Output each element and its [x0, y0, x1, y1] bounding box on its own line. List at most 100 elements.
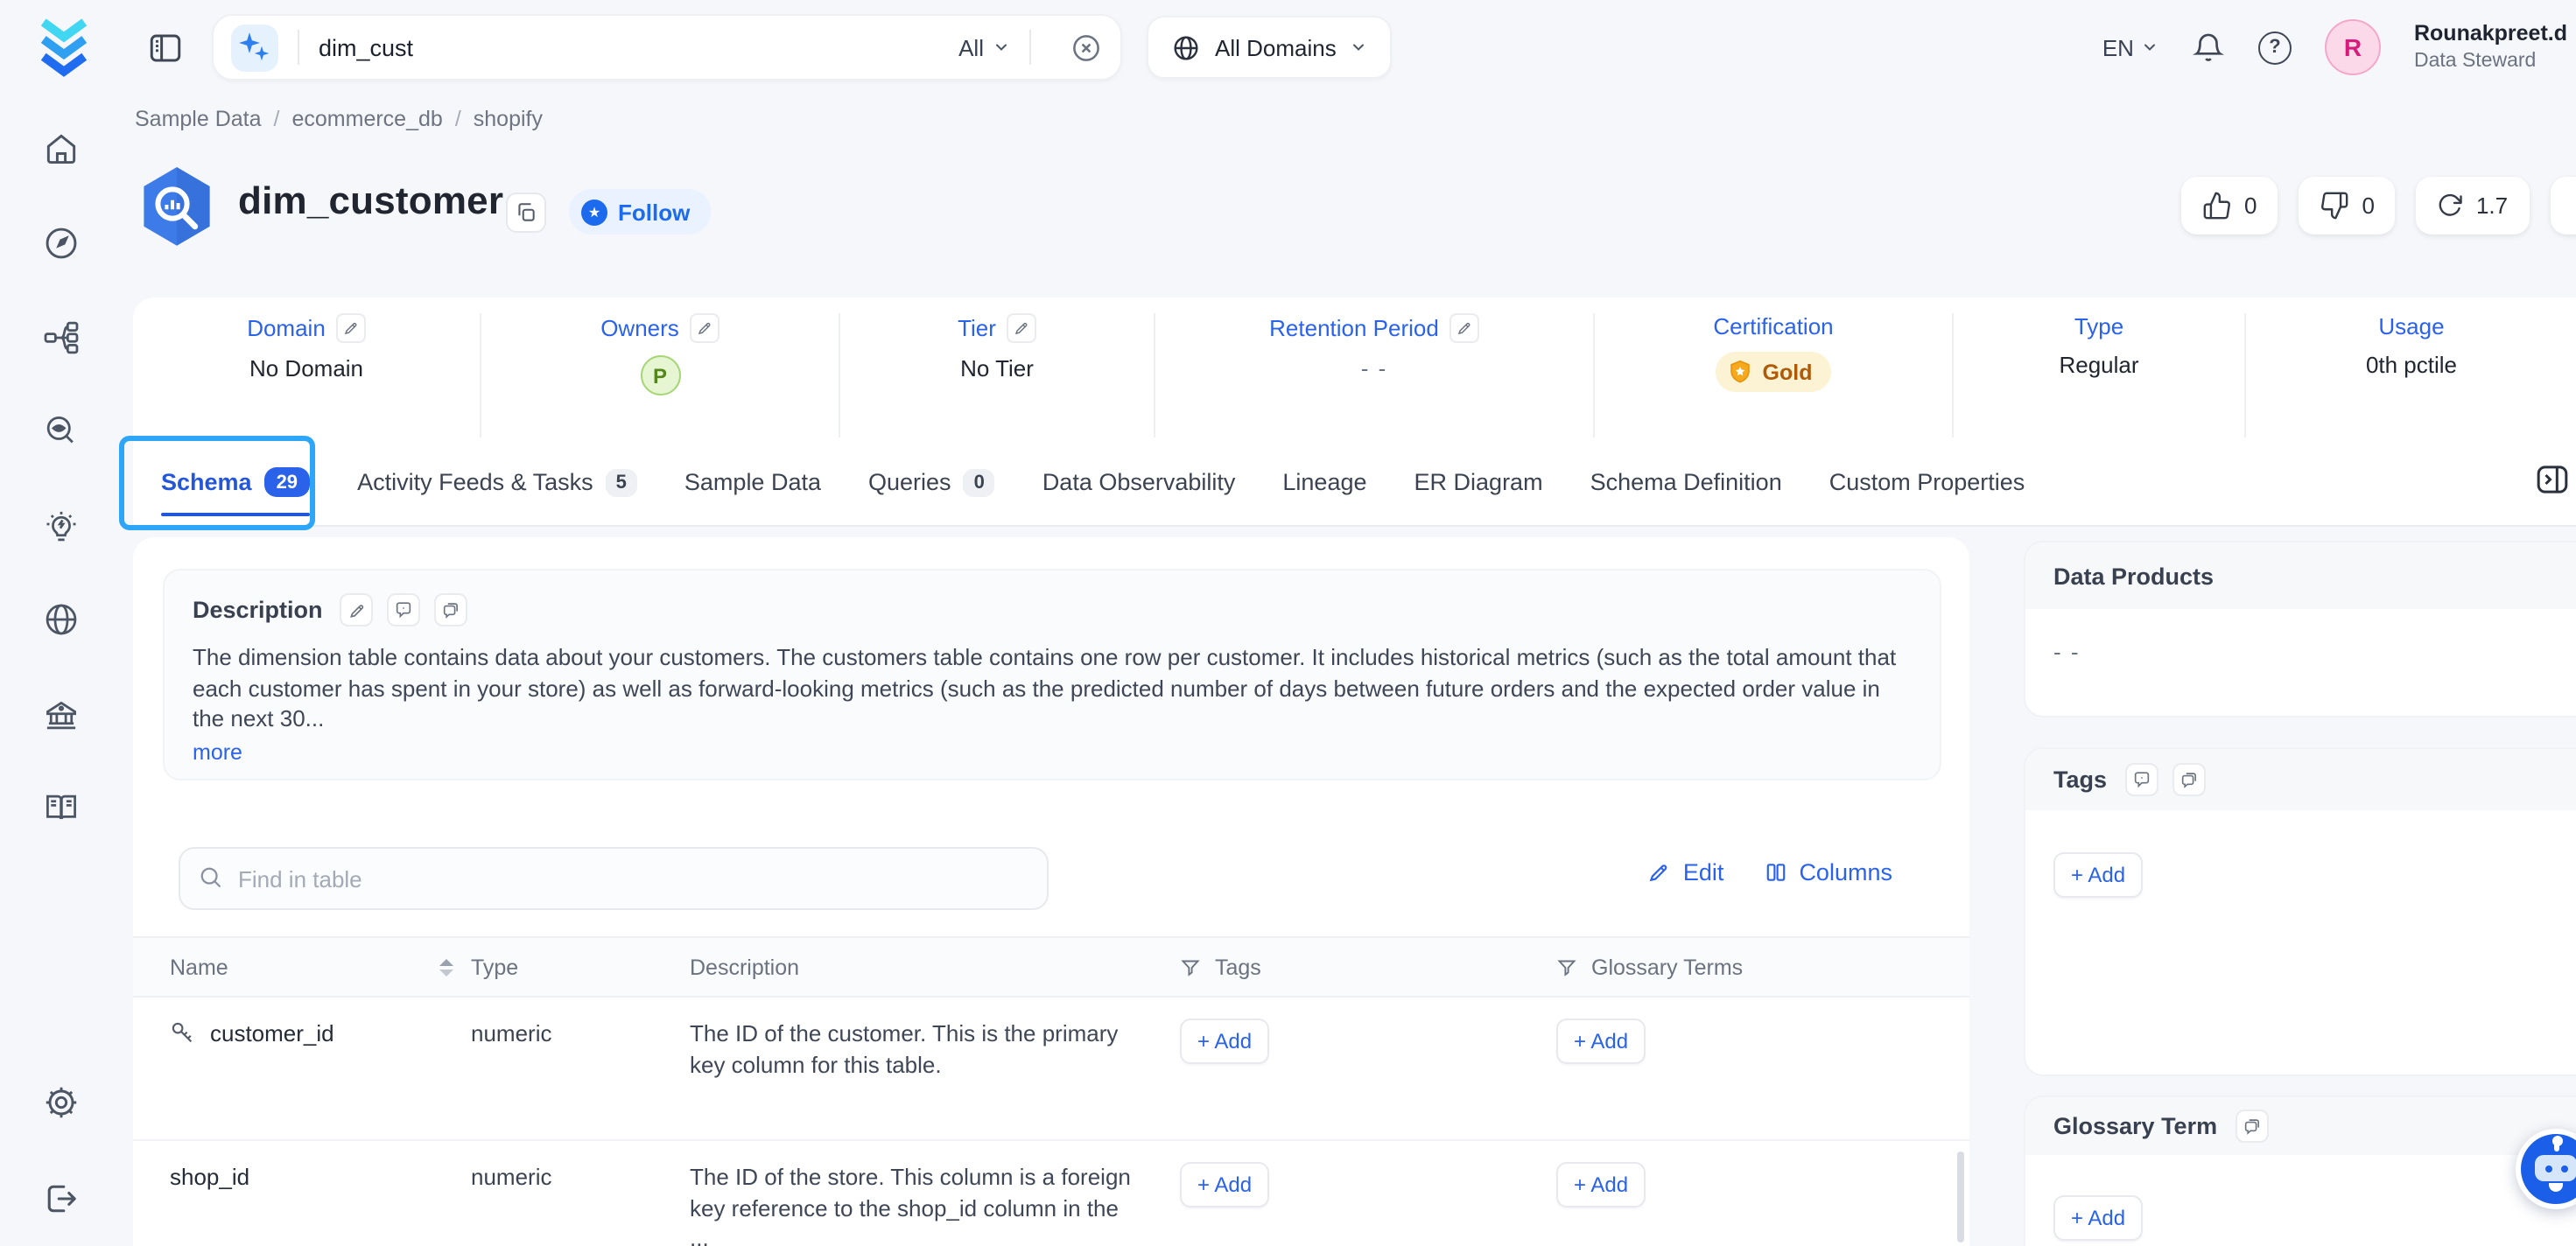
notifications-bell-icon[interactable] — [2192, 31, 2225, 64]
downvote-button[interactable]: 0 — [2299, 177, 2395, 234]
tab-label: Data Observability — [1042, 469, 1236, 495]
help-icon[interactable]: ? — [2258, 31, 2292, 64]
tab-queries[interactable]: Queries 0 — [868, 438, 995, 527]
tab-label: Activity Feeds & Tasks — [357, 469, 593, 495]
more-options-button[interactable] — [2550, 177, 2576, 234]
description-card: Description The dimension — [163, 569, 1941, 780]
tab-sample-data[interactable]: Sample Data — [684, 438, 821, 527]
tags-comment-icon[interactable] — [2124, 763, 2158, 796]
manage-columns-button[interactable]: Columns — [1764, 859, 1892, 886]
filter-icon[interactable] — [1180, 956, 1201, 977]
language-selector[interactable]: EN — [2102, 34, 2158, 60]
owner-avatar[interactable]: P — [640, 355, 680, 396]
tab-label: Queries — [868, 469, 951, 495]
edit-description-icon[interactable] — [340, 593, 374, 626]
tab-label: Custom Properties — [1829, 469, 2025, 495]
description-text: The dimension table contains data about … — [193, 642, 1912, 734]
add-glossary-term-button[interactable]: + Add — [1556, 1018, 1646, 1064]
add-glossary-term-button[interactable]: + Add — [1556, 1162, 1646, 1208]
insights-bulb-icon[interactable] — [42, 509, 81, 548]
certification-badge: Gold — [1716, 352, 1832, 392]
filter-icon[interactable] — [1556, 956, 1577, 977]
settings-gear-icon[interactable] — [42, 1083, 81, 1122]
usage-label: Usage — [2378, 313, 2444, 340]
thumbs-down-icon — [2320, 191, 2349, 220]
follow-button[interactable]: ★ Follow — [569, 189, 711, 234]
tab-schema-definition[interactable]: Schema Definition — [1590, 438, 1782, 527]
breadcrumb-connection[interactable]: Sample Data — [135, 107, 262, 131]
edit-owners-icon[interactable] — [690, 313, 719, 343]
observability-search-icon[interactable] — [42, 413, 81, 452]
asset-summary-panel: Domain No Domain Owners P — [133, 298, 2576, 527]
edit-columns-button[interactable]: Edit — [1648, 859, 1724, 886]
tab-schema[interactable]: Schema 29 — [161, 438, 310, 527]
glossary-book-icon[interactable] — [42, 788, 81, 826]
scrollbar-thumb[interactable] — [1957, 1152, 1964, 1242]
refresh-icon — [2438, 192, 2464, 219]
type-value: Regular — [2059, 352, 2138, 378]
divider — [298, 30, 299, 65]
add-glossary-term-button[interactable]: + Add — [2053, 1195, 2143, 1241]
collapse-panel-icon[interactable] — [2533, 462, 2572, 497]
description-more-link[interactable]: more — [193, 739, 242, 764]
logout-icon[interactable] — [42, 1180, 81, 1218]
tab-lineage[interactable]: Lineage — [1282, 438, 1366, 527]
tab-count-badge: 29 — [264, 467, 311, 497]
sort-icon[interactable] — [439, 958, 453, 976]
table-row-customer-id[interactable]: customer_id numeric The ID of the custom… — [133, 998, 1969, 1141]
upvote-button[interactable]: 0 — [2181, 177, 2278, 234]
column-header-name[interactable]: Name — [133, 955, 471, 979]
tab-custom-properties[interactable]: Custom Properties — [1829, 438, 2025, 527]
globe-nav-icon[interactable] — [42, 600, 81, 639]
column-name: shop_id — [170, 1162, 249, 1192]
all-domains-selector[interactable]: All Domains — [1147, 16, 1393, 79]
column-header-type[interactable]: Type — [471, 955, 690, 979]
search-input[interactable] — [319, 34, 958, 60]
owner-initial: P — [653, 363, 667, 388]
tab-data-observability[interactable]: Data Observability — [1042, 438, 1236, 527]
tab-activity-feeds[interactable]: Activity Feeds & Tasks 5 — [357, 438, 637, 527]
column-header-glossary-terms[interactable]: Glossary Terms — [1556, 955, 1929, 979]
find-in-table-input[interactable] — [179, 847, 1049, 910]
compass-icon[interactable] — [42, 224, 81, 262]
comment-icon[interactable] — [388, 593, 421, 626]
table-row-shop-id[interactable]: shop_id numeric The ID of the store. Thi… — [133, 1141, 1969, 1246]
breadcrumb-database[interactable]: ecommerce_db — [292, 107, 443, 131]
column-header-tags[interactable]: Tags — [1180, 955, 1556, 979]
data-products-title: Data Products — [2053, 563, 2214, 589]
sidebar-toggle-icon[interactable] — [147, 30, 184, 66]
metadata-certification: Certification Gold — [1595, 313, 1954, 438]
columns-icon — [1764, 861, 1786, 884]
workflow-icon[interactable] — [42, 318, 81, 357]
refresh-score-button[interactable]: 1.7 — [2417, 177, 2529, 234]
chevron-down-icon — [993, 38, 1010, 56]
add-tag-button[interactable]: + Add — [1180, 1018, 1269, 1064]
breadcrumb-separator: / — [455, 107, 461, 131]
search-scope-dropdown[interactable]: All — [958, 34, 1010, 60]
asset-actions: 0 0 1.7 — [2181, 177, 2576, 234]
add-tag-button[interactable]: + Add — [1180, 1162, 1269, 1208]
home-icon[interactable] — [42, 130, 81, 168]
tab-er-diagram[interactable]: ER Diagram — [1414, 438, 1543, 527]
tags-copy-icon[interactable] — [2172, 763, 2205, 796]
user-avatar[interactable]: R — [2325, 19, 2381, 75]
atlan-logo-icon — [33, 18, 95, 77]
downvote-count: 0 — [2362, 192, 2374, 219]
globe-icon — [1171, 32, 1201, 62]
clear-search-icon[interactable] — [1070, 31, 1103, 64]
edit-tier-icon[interactable] — [1007, 313, 1036, 343]
glossary-copy-icon[interactable] — [2235, 1110, 2268, 1143]
add-tags-button[interactable]: + Add — [2053, 852, 2143, 898]
all-domains-label: All Domains — [1215, 34, 1337, 60]
governance-bank-icon[interactable] — [42, 696, 81, 735]
copy-link-icon[interactable] — [506, 192, 546, 233]
edit-domain-icon[interactable] — [336, 313, 366, 343]
global-search-bar[interactable]: All — [212, 14, 1122, 80]
breadcrumb-schema[interactable]: shopify — [474, 107, 543, 131]
edit-retention-icon[interactable] — [1449, 313, 1479, 343]
retention-value: - - — [1361, 355, 1388, 382]
follow-label: Follow — [618, 199, 690, 225]
column-header-description[interactable]: Description — [690, 955, 1180, 979]
copy-description-icon[interactable] — [435, 593, 468, 626]
ai-sparkle-icon[interactable] — [231, 24, 278, 71]
